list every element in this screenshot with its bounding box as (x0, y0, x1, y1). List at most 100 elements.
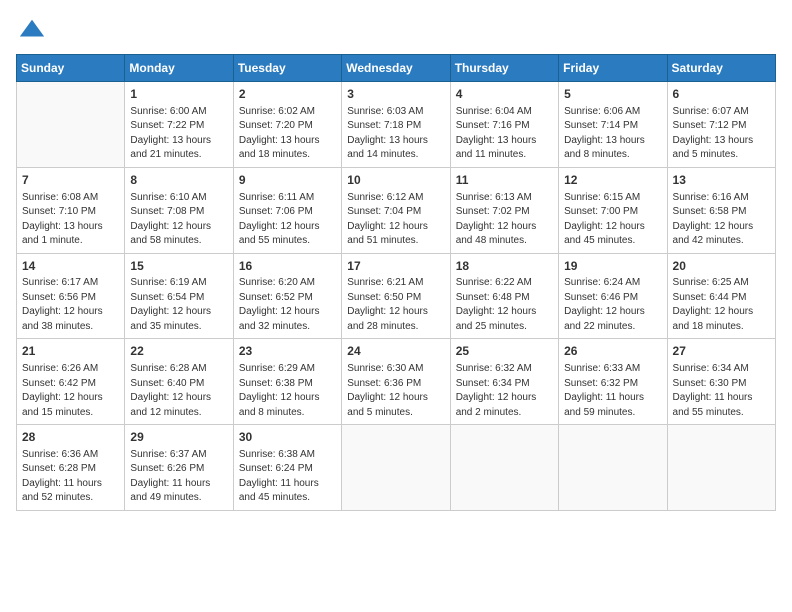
day-info: Sunrise: 6:25 AMSunset: 6:44 PMDaylight:… (673, 276, 770, 334)
header-day-monday: Monday (125, 55, 233, 82)
calendar-cell: 28 Sunrise: 6:36 AMSunset: 6:28 PMDayligh… (17, 425, 125, 511)
calendar-cell: 6 Sunrise: 6:07 AMSunset: 7:12 PMDaylight… (667, 82, 775, 168)
calendar-cell: 20Sunrise: 6:25 AMSunset: 6:44 PMDayligh… (667, 253, 775, 339)
day-info: Sunrise: 6:36 AMSunset: 6:28 PMDaylight:… (22, 448, 119, 506)
week-row-3: 21 Sunrise: 6:26 AMSunset: 6:42 PMDayligh… (17, 339, 776, 425)
day-info: Sunrise: 6:15 AMSunset: 7:00 PMDaylight:… (564, 191, 661, 249)
calendar-cell: 18Sunrise: 6:22 AMSunset: 6:48 PMDayligh… (450, 253, 558, 339)
day-number: 14 (22, 258, 119, 275)
day-number: 19 (564, 258, 661, 275)
header-day-friday: Friday (559, 55, 667, 82)
day-info: Sunrise: 6:11 AMSunset: 7:06 PMDaylight:… (239, 191, 336, 249)
calendar-cell: 9 Sunrise: 6:11 AMSunset: 7:06 PMDaylight… (233, 167, 341, 253)
day-info: Sunrise: 6:04 AMSunset: 7:16 PMDaylight:… (456, 105, 553, 163)
day-info: Sunrise: 6:08 AMSunset: 7:10 PMDaylight:… (22, 191, 119, 249)
day-number: 9 (239, 172, 336, 189)
page-header (16, 16, 776, 44)
day-info: Sunrise: 6:16 AMSunset: 6:58 PMDaylight:… (673, 191, 770, 249)
day-number: 12 (564, 172, 661, 189)
day-info: Sunrise: 6:37 AMSunset: 6:26 PMDaylight:… (130, 448, 227, 506)
calendar-cell: 8 Sunrise: 6:10 AMSunset: 7:08 PMDaylight… (125, 167, 233, 253)
day-info: Sunrise: 6:34 AMSunset: 6:30 PMDaylight:… (673, 362, 770, 420)
day-info: Sunrise: 6:00 AMSunset: 7:22 PMDaylight:… (130, 105, 227, 163)
day-info: Sunrise: 6:03 AMSunset: 7:18 PMDaylight:… (347, 105, 444, 163)
calendar-cell: 29 Sunrise: 6:37 AMSunset: 6:26 PMDayligh… (125, 425, 233, 511)
calendar-cell: 12 Sunrise: 6:15 AMSunset: 7:00 PMDayligh… (559, 167, 667, 253)
day-number: 6 (673, 86, 770, 103)
day-info: Sunrise: 6:12 AMSunset: 7:04 PMDaylight:… (347, 191, 444, 249)
header-day-thursday: Thursday (450, 55, 558, 82)
calendar-cell: 27 Sunrise: 6:34 AMSunset: 6:30 PMDayligh… (667, 339, 775, 425)
calendar-cell (559, 425, 667, 511)
calendar-cell: 2Sunrise: 6:02 AMSunset: 7:20 PMDaylight… (233, 82, 341, 168)
week-row-2: 14Sunrise: 6:17 AMSunset: 6:56 PMDayligh… (17, 253, 776, 339)
day-number: 23 (239, 343, 336, 360)
week-row-4: 28 Sunrise: 6:36 AMSunset: 6:28 PMDayligh… (17, 425, 776, 511)
calendar-body: 1Sunrise: 6:00 AMSunset: 7:22 PMDaylight… (17, 82, 776, 511)
header-row: SundayMondayTuesdayWednesdayThursdayFrid… (17, 55, 776, 82)
day-number: 16 (239, 258, 336, 275)
header-day-wednesday: Wednesday (342, 55, 450, 82)
day-info: Sunrise: 6:13 AMSunset: 7:02 PMDaylight:… (456, 191, 553, 249)
day-number: 7 (22, 172, 119, 189)
day-number: 5 (564, 86, 661, 103)
logo (16, 16, 46, 44)
day-info: Sunrise: 6:20 AMSunset: 6:52 PMDaylight:… (239, 276, 336, 334)
day-number: 28 (22, 429, 119, 446)
calendar-cell: 19Sunrise: 6:24 AMSunset: 6:46 PMDayligh… (559, 253, 667, 339)
calendar-cell: 5 Sunrise: 6:06 AMSunset: 7:14 PMDaylight… (559, 82, 667, 168)
calendar-cell: 16Sunrise: 6:20 AMSunset: 6:52 PMDayligh… (233, 253, 341, 339)
day-number: 8 (130, 172, 227, 189)
day-info: Sunrise: 6:26 AMSunset: 6:42 PMDaylight:… (22, 362, 119, 420)
day-info: Sunrise: 6:22 AMSunset: 6:48 PMDaylight:… (456, 276, 553, 334)
day-info: Sunrise: 6:29 AMSunset: 6:38 PMDaylight:… (239, 362, 336, 420)
day-info: Sunrise: 6:38 AMSunset: 6:24 PMDaylight:… (239, 448, 336, 506)
day-number: 13 (673, 172, 770, 189)
day-number: 22 (130, 343, 227, 360)
calendar-cell: 14Sunrise: 6:17 AMSunset: 6:56 PMDayligh… (17, 253, 125, 339)
calendar-cell: 13 Sunrise: 6:16 AMSunset: 6:58 PMDayligh… (667, 167, 775, 253)
calendar-cell: 30 Sunrise: 6:38 AMSunset: 6:24 PMDayligh… (233, 425, 341, 511)
day-info: Sunrise: 6:28 AMSunset: 6:40 PMDaylight:… (130, 362, 227, 420)
day-info: Sunrise: 6:32 AMSunset: 6:34 PMDaylight:… (456, 362, 553, 420)
calendar-cell: 1Sunrise: 6:00 AMSunset: 7:22 PMDaylight… (125, 82, 233, 168)
day-info: Sunrise: 6:30 AMSunset: 6:36 PMDaylight:… (347, 362, 444, 420)
calendar-cell: 11 Sunrise: 6:13 AMSunset: 7:02 PMDayligh… (450, 167, 558, 253)
day-number: 21 (22, 343, 119, 360)
day-number: 26 (564, 343, 661, 360)
day-number: 27 (673, 343, 770, 360)
day-number: 20 (673, 258, 770, 275)
header-day-saturday: Saturday (667, 55, 775, 82)
calendar-cell: 4 Sunrise: 6:04 AMSunset: 7:16 PMDaylight… (450, 82, 558, 168)
calendar-cell: 21 Sunrise: 6:26 AMSunset: 6:42 PMDayligh… (17, 339, 125, 425)
header-day-tuesday: Tuesday (233, 55, 341, 82)
day-number: 15 (130, 258, 227, 275)
day-info: Sunrise: 6:21 AMSunset: 6:50 PMDaylight:… (347, 276, 444, 334)
calendar-cell: 24 Sunrise: 6:30 AMSunset: 6:36 PMDayligh… (342, 339, 450, 425)
day-number: 30 (239, 429, 336, 446)
calendar-cell (450, 425, 558, 511)
day-info: Sunrise: 6:24 AMSunset: 6:46 PMDaylight:… (564, 276, 661, 334)
day-number: 25 (456, 343, 553, 360)
day-number: 29 (130, 429, 227, 446)
day-info: Sunrise: 6:06 AMSunset: 7:14 PMDaylight:… (564, 105, 661, 163)
day-info: Sunrise: 6:19 AMSunset: 6:54 PMDaylight:… (130, 276, 227, 334)
calendar-cell: 15Sunrise: 6:19 AMSunset: 6:54 PMDayligh… (125, 253, 233, 339)
calendar-header: SundayMondayTuesdayWednesdayThursdayFrid… (17, 55, 776, 82)
day-number: 10 (347, 172, 444, 189)
calendar-cell: 22 Sunrise: 6:28 AMSunset: 6:40 PMDayligh… (125, 339, 233, 425)
day-number: 24 (347, 343, 444, 360)
day-info: Sunrise: 6:17 AMSunset: 6:56 PMDaylight:… (22, 276, 119, 334)
calendar-cell: 23 Sunrise: 6:29 AMSunset: 6:38 PMDayligh… (233, 339, 341, 425)
day-info: Sunrise: 6:02 AMSunset: 7:20 PMDaylight:… (239, 105, 336, 163)
calendar-cell (17, 82, 125, 168)
day-info: Sunrise: 6:07 AMSunset: 7:12 PMDaylight:… (673, 105, 770, 163)
calendar-cell: 7 Sunrise: 6:08 AMSunset: 7:10 PMDaylight… (17, 167, 125, 253)
day-number: 11 (456, 172, 553, 189)
day-info: Sunrise: 6:33 AMSunset: 6:32 PMDaylight:… (564, 362, 661, 420)
day-info: Sunrise: 6:10 AMSunset: 7:08 PMDaylight:… (130, 191, 227, 249)
logo-icon (18, 16, 46, 44)
day-number: 4 (456, 86, 553, 103)
calendar-cell: 10 Sunrise: 6:12 AMSunset: 7:04 PMDayligh… (342, 167, 450, 253)
week-row-0: 1Sunrise: 6:00 AMSunset: 7:22 PMDaylight… (17, 82, 776, 168)
